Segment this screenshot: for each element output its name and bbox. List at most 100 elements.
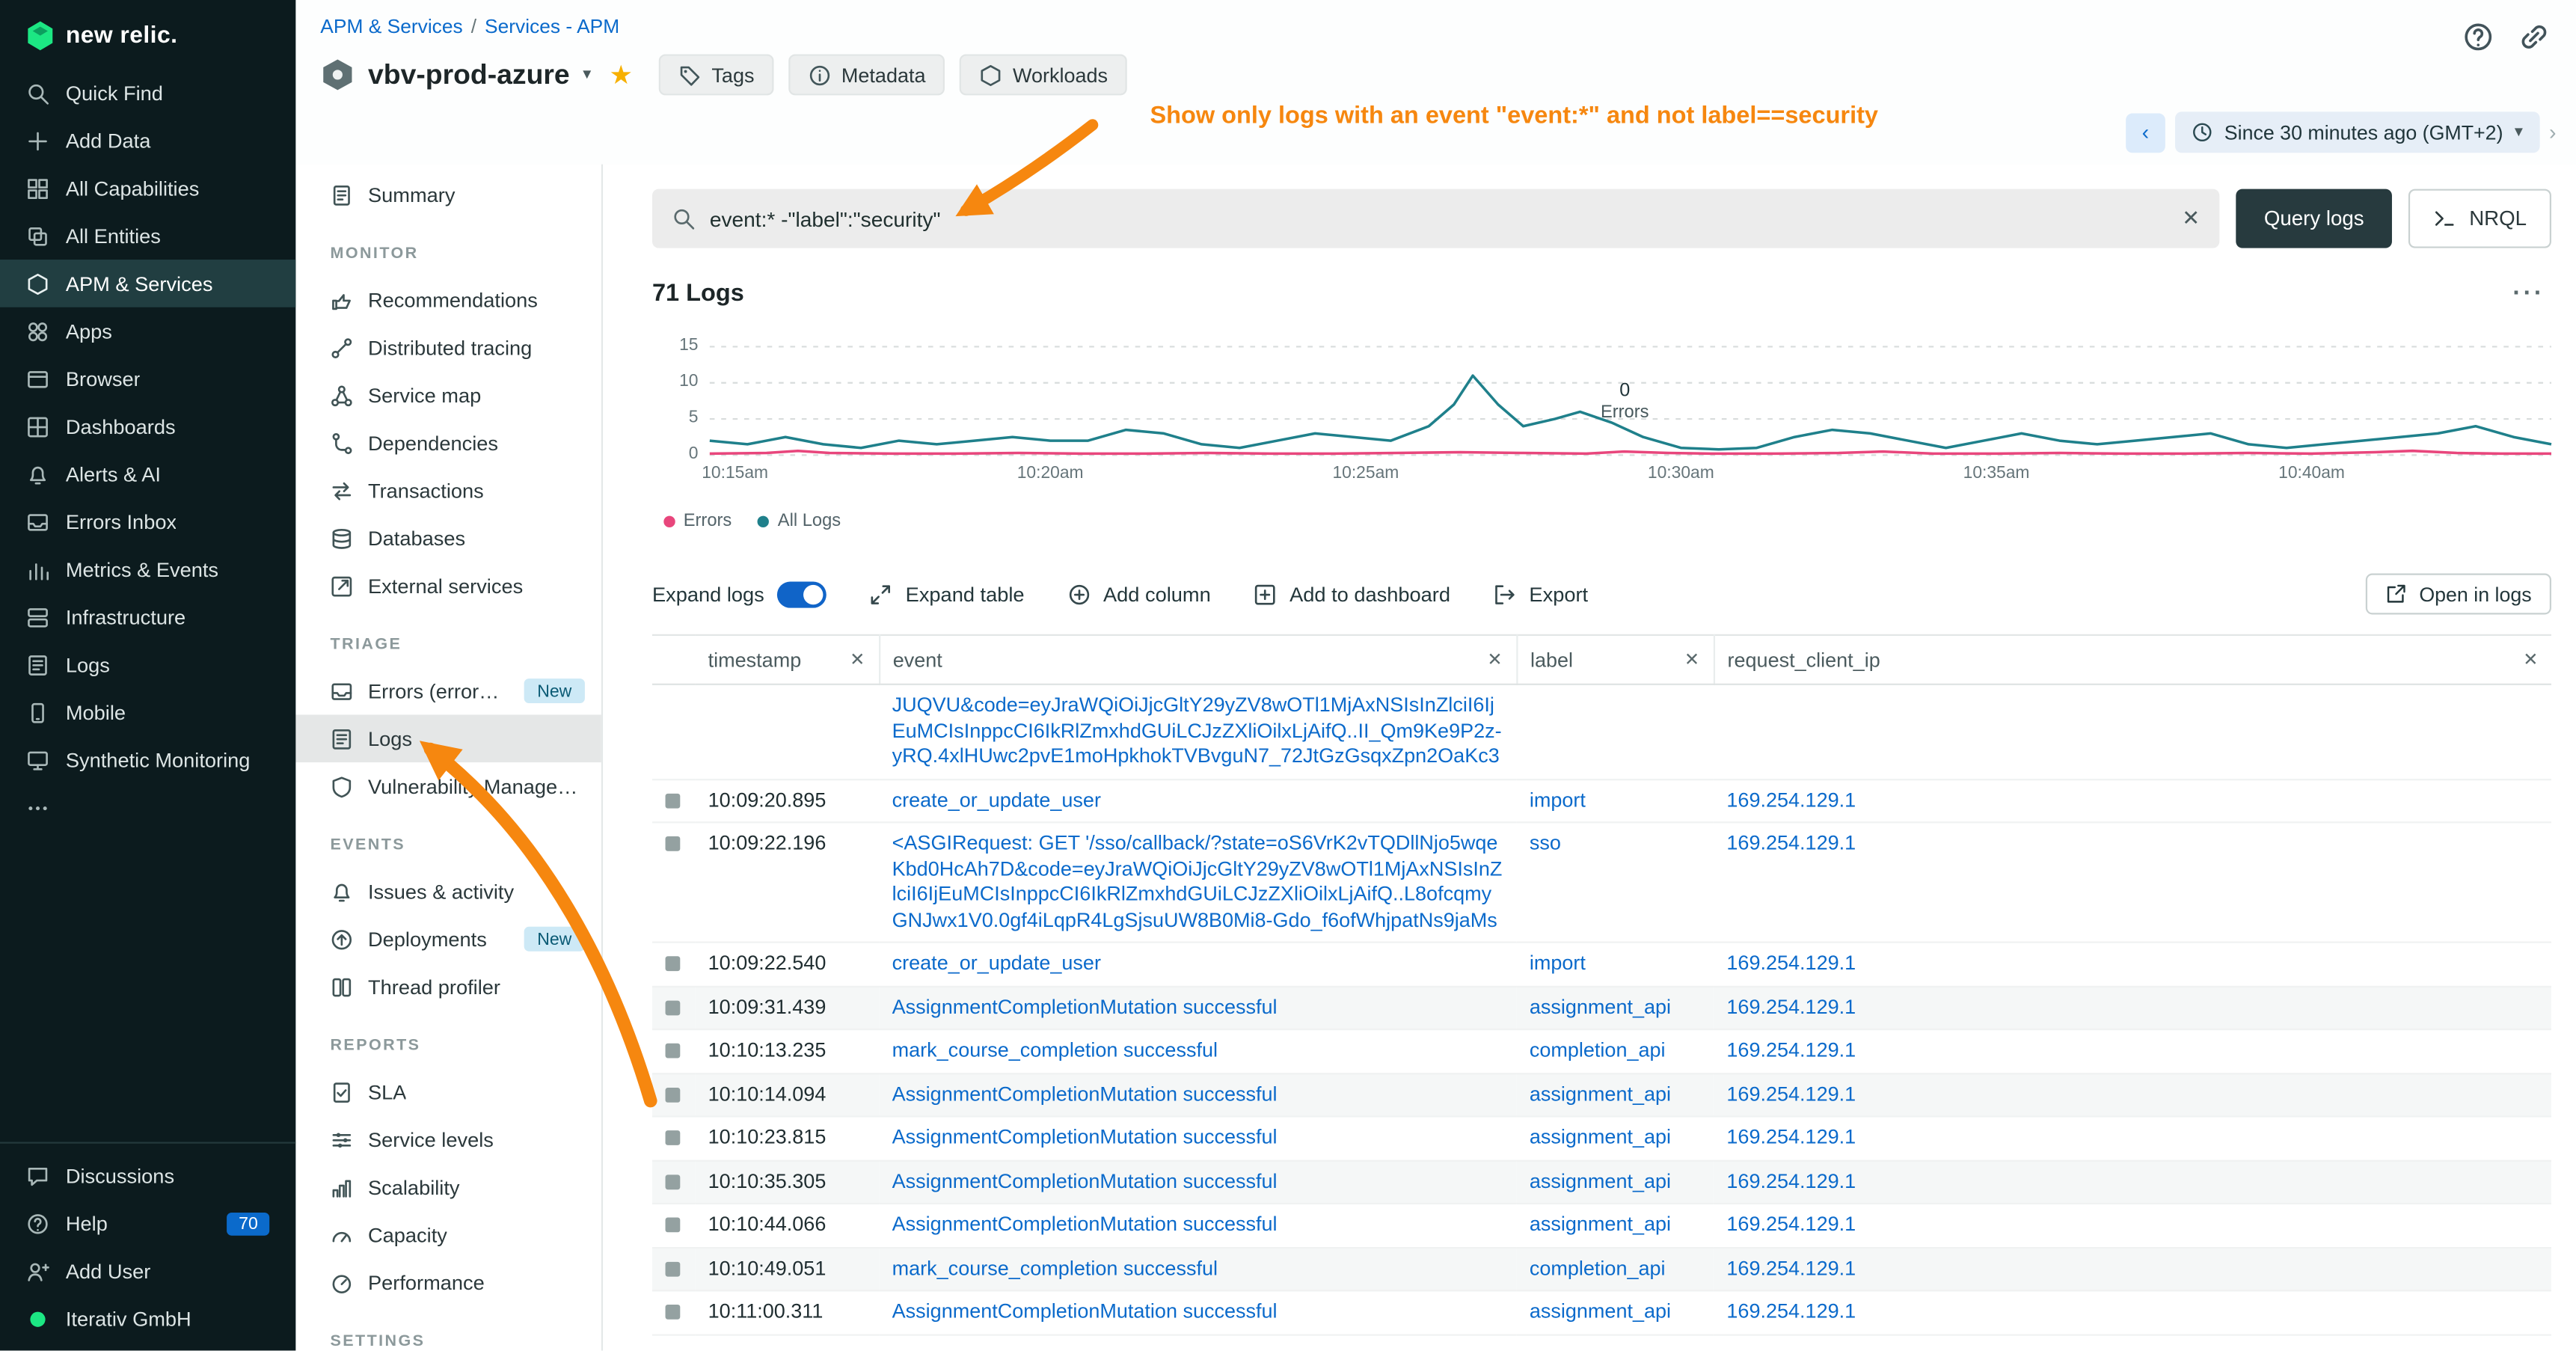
sidebar-item-all-capabilities[interactable]: All Capabilities xyxy=(0,165,295,212)
event-link[interactable]: create_or_update_user xyxy=(892,952,1503,977)
breadcrumb-link-services-apm[interactable]: Services - APM xyxy=(485,15,619,38)
workloads-button[interactable]: Workloads xyxy=(960,54,1128,95)
request-client-ip-link[interactable]: 169.254.129.1 xyxy=(1726,1169,2538,1195)
event-link[interactable]: AssignmentCompletionMutation successful xyxy=(892,1126,1503,1151)
event-link[interactable]: AssignmentCompletionMutation successful xyxy=(892,1169,1503,1195)
legend-item-errors[interactable]: Errors xyxy=(663,511,732,530)
row-checkbox[interactable] xyxy=(666,1087,681,1102)
sidebar-item-alerts-ai[interactable]: Alerts & AI xyxy=(0,450,295,498)
subnav-item-issues-activity[interactable]: Issues & activity xyxy=(295,868,601,916)
sidebar-item-dashboards[interactable]: Dashboards xyxy=(0,402,295,450)
row-checkbox[interactable] xyxy=(666,1000,681,1015)
log-query-input[interactable]: event:* -"label":"security" ✕ xyxy=(652,189,2220,248)
expand-logs-toggle[interactable] xyxy=(777,580,827,607)
subnav-item-recommendations[interactable]: Recommendations xyxy=(295,276,601,324)
remove-request-client-ip-column-icon[interactable]: ✕ xyxy=(2513,649,2538,671)
subnav-item-distributed-tracing[interactable]: Distributed tracing xyxy=(295,324,601,372)
legend-item-all-logs[interactable]: All Logs xyxy=(758,511,841,530)
subnav-item-logs[interactable]: Logs xyxy=(295,714,601,762)
sidebar-item-all-entities[interactable]: All Entities xyxy=(0,212,295,260)
event-link[interactable]: <ASGIRequest: GET '/sso/callback/?state=… xyxy=(892,831,1503,933)
label-link[interactable]: assignment_api xyxy=(1530,1169,1700,1195)
sidebar-item-browser[interactable]: Browser xyxy=(0,355,295,402)
sidebar-item-logs[interactable]: Logs xyxy=(0,641,295,689)
sidebar-item-errors-inbox[interactable]: Errors Inbox xyxy=(0,498,295,546)
permalink-icon[interactable] xyxy=(2518,22,2550,53)
time-picker[interactable]: Since 30 minutes ago (GMT+2) ▾ xyxy=(2175,111,2539,153)
row-checkbox[interactable] xyxy=(666,956,681,971)
subnav-item-dependencies[interactable]: Dependencies xyxy=(295,419,601,467)
sidebar-item-add-data[interactable]: Add Data xyxy=(0,117,295,165)
sidebar-item-quick-find[interactable]: Quick Find xyxy=(0,69,295,117)
add-to-dashboard-button[interactable]: Add to dashboard xyxy=(1254,583,1450,606)
remove-timestamp-column-icon[interactable]: ✕ xyxy=(840,649,865,671)
sidebar-item-metrics-events[interactable]: Metrics & Events xyxy=(0,545,295,593)
request-client-ip-link[interactable]: 169.254.129.1 xyxy=(1726,1038,2538,1064)
subnav-item-deployments[interactable]: DeploymentsNew xyxy=(295,915,601,963)
sidebar-item-mobile[interactable]: Mobile xyxy=(0,688,295,736)
label-link[interactable]: assignment_api xyxy=(1530,1213,1700,1238)
request-client-ip-link[interactable]: 169.254.129.1 xyxy=(1726,1256,2538,1281)
subnav-item-transactions[interactable]: Transactions xyxy=(295,467,601,515)
row-checkbox[interactable] xyxy=(666,1261,681,1276)
sidebar-item-add-user[interactable]: Add User xyxy=(0,1247,295,1295)
subnav-item-service-levels[interactable]: Service levels xyxy=(295,1115,601,1163)
request-client-ip-link[interactable]: 169.254.129.1 xyxy=(1726,831,2538,857)
label-link[interactable]: sso xyxy=(1530,831,1700,857)
subnav-item-sla[interactable]: SLA xyxy=(295,1068,601,1116)
brand-logo[interactable]: new relic. xyxy=(0,0,295,69)
event-link[interactable]: create_or_update_user xyxy=(892,788,1503,813)
event-link[interactable]: AssignmentCompletionMutation successful xyxy=(892,1082,1503,1107)
sidebar-item-more[interactable] xyxy=(0,784,295,832)
subnav-item-errors-errors-inb[interactable]: Errors (errors inb...New xyxy=(295,667,601,715)
sidebar-item-apps[interactable]: Apps xyxy=(0,307,295,355)
nrql-button[interactable]: NRQL xyxy=(2408,189,2551,248)
sidebar-item-discussions[interactable]: Discussions xyxy=(0,1152,295,1200)
entity-chevron-down-icon[interactable]: ▾ xyxy=(583,66,591,84)
label-link[interactable]: completion_api xyxy=(1530,1038,1700,1064)
event-link[interactable]: AssignmentCompletionMutation successful xyxy=(892,1299,1503,1325)
request-client-ip-link[interactable]: 169.254.129.1 xyxy=(1726,1126,2538,1151)
row-checkbox[interactable] xyxy=(666,1130,681,1145)
remove-event-column-icon[interactable]: ✕ xyxy=(1477,649,1502,671)
open-in-logs-button[interactable]: Open in logs xyxy=(2365,574,2551,615)
more-options-icon[interactable]: ··· xyxy=(2512,279,2545,307)
breadcrumb-link-apm-services[interactable]: APM & Services xyxy=(320,15,462,38)
metadata-button[interactable]: Metadata xyxy=(789,54,945,95)
event-link[interactable]: AssignmentCompletionMutation successful xyxy=(892,995,1503,1020)
label-link[interactable]: assignment_api xyxy=(1530,1082,1700,1107)
clear-query-icon[interactable]: ✕ xyxy=(2182,206,2200,232)
request-client-ip-link[interactable]: 169.254.129.1 xyxy=(1726,788,2538,813)
row-checkbox[interactable] xyxy=(666,1174,681,1189)
row-checkbox[interactable] xyxy=(666,1305,681,1320)
sidebar-item-apm-services[interactable]: APM & Services xyxy=(0,260,295,307)
sidebar-item-help[interactable]: Help70 xyxy=(0,1199,295,1247)
label-link[interactable]: assignment_api xyxy=(1530,995,1700,1020)
time-forward-button[interactable]: › xyxy=(2549,120,2557,144)
export-button[interactable]: Export xyxy=(1493,583,1588,606)
subnav-item-databases[interactable]: Databases xyxy=(295,514,601,562)
help-circle-icon[interactable] xyxy=(2462,22,2494,53)
subnav-item-thread-profiler[interactable]: Thread profiler xyxy=(295,963,601,1011)
row-checkbox[interactable] xyxy=(666,793,681,808)
tags-button[interactable]: Tags xyxy=(659,54,774,95)
label-link[interactable]: import xyxy=(1530,952,1700,977)
subnav-item-scalability[interactable]: Scalability xyxy=(295,1163,601,1211)
subnav-item-service-map[interactable]: Service map xyxy=(295,371,601,419)
sidebar-item-infrastructure[interactable]: Infrastructure xyxy=(0,593,295,641)
query-logs-button[interactable]: Query logs xyxy=(2236,189,2392,248)
request-client-ip-link[interactable]: 169.254.129.1 xyxy=(1726,1082,2538,1107)
subnav-item-vulnerability-management[interactable]: Vulnerability Management xyxy=(295,762,601,810)
event-link[interactable]: AssignmentCompletionMutation successful xyxy=(892,1213,1503,1238)
event-link[interactable]: mark_course_completion successful xyxy=(892,1038,1503,1064)
subnav-item-performance[interactable]: Performance xyxy=(295,1258,601,1306)
request-client-ip-link[interactable]: 169.254.129.1 xyxy=(1726,1299,2538,1325)
label-link[interactable]: assignment_api xyxy=(1530,1299,1700,1325)
time-back-button[interactable]: ‹ xyxy=(2126,112,2165,152)
add-column-button[interactable]: Add column xyxy=(1067,583,1211,606)
request-client-ip-link[interactable]: 169.254.129.1 xyxy=(1726,952,2538,977)
row-checkbox[interactable] xyxy=(666,836,681,851)
label-link[interactable]: assignment_api xyxy=(1530,1126,1700,1151)
subnav-item-capacity[interactable]: Capacity xyxy=(295,1211,601,1259)
event-link[interactable]: mark_course_completion successful xyxy=(892,1256,1503,1281)
